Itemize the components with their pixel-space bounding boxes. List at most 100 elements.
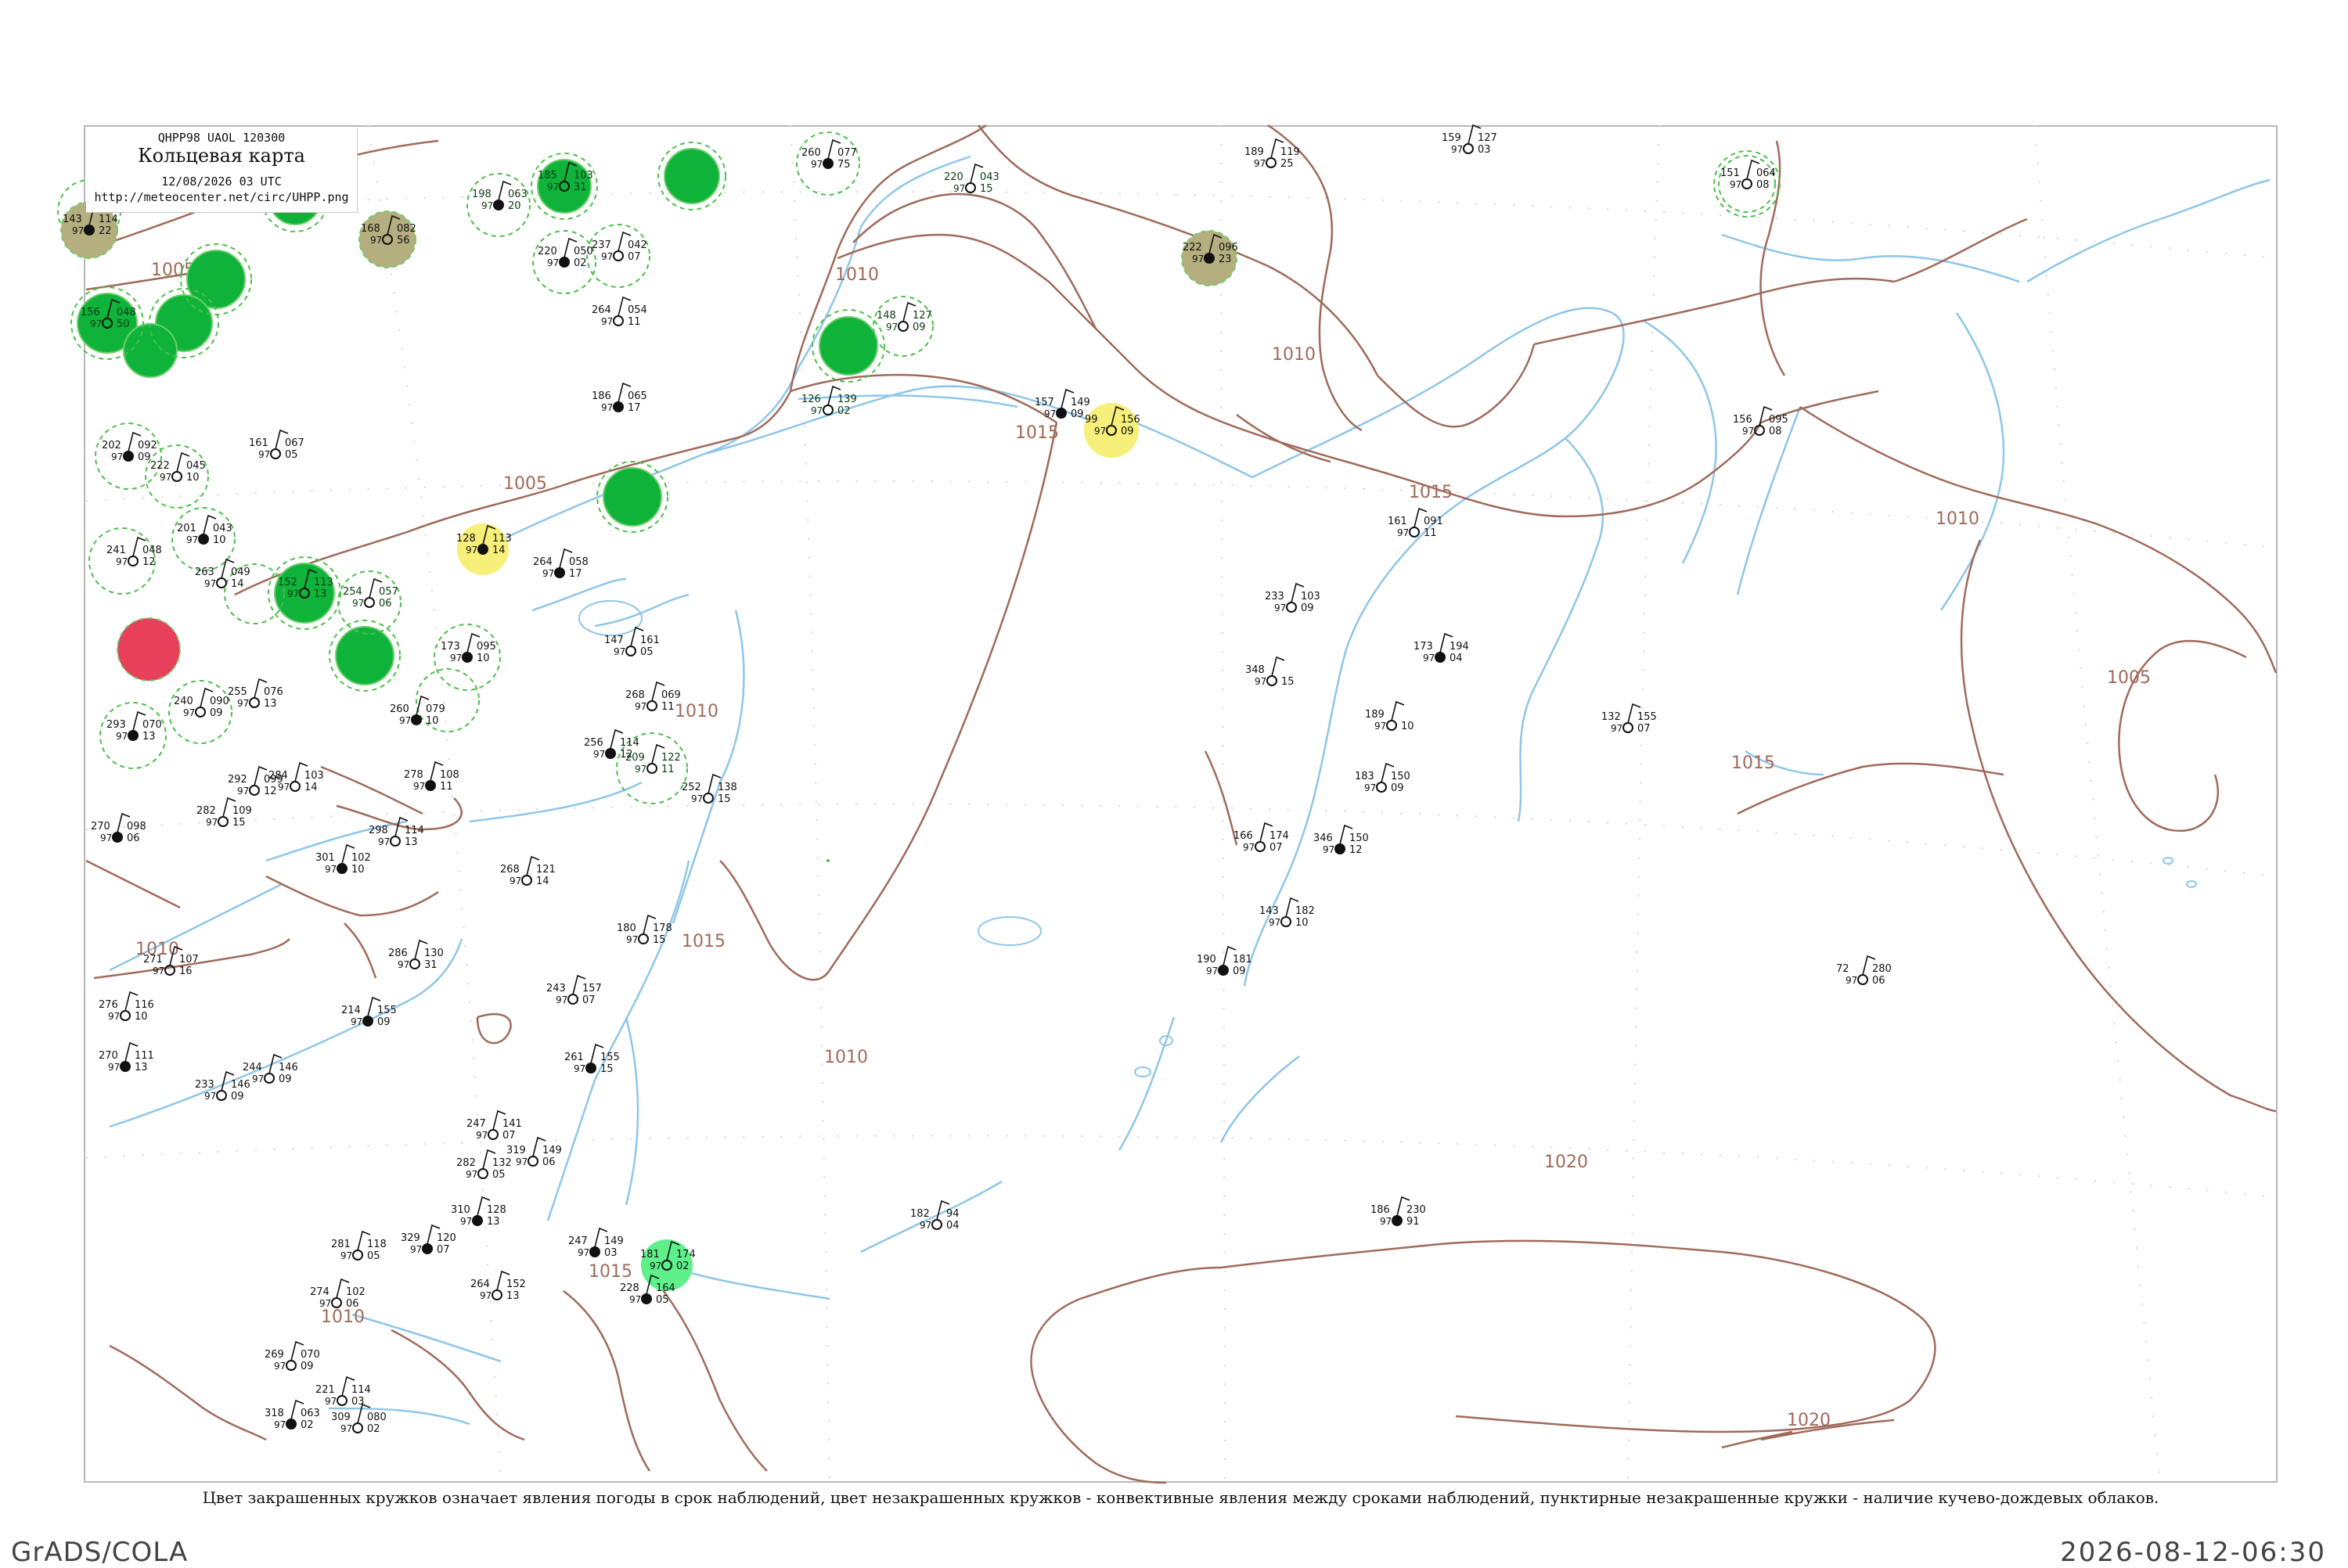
visibility-value: 97 bbox=[614, 646, 625, 657]
temperature-value: 220 bbox=[538, 246, 557, 257]
tendency-value: 11 bbox=[661, 764, 675, 775]
temperature-value: 180 bbox=[617, 922, 636, 934]
tendency-value: 06 bbox=[127, 833, 140, 844]
tendency-value: 17 bbox=[569, 568, 582, 580]
station-model: 255 076 97 13 bbox=[228, 678, 283, 710]
tendency-value: 06 bbox=[1872, 975, 1885, 987]
temperature-value: 286 bbox=[388, 948, 408, 959]
cloud-cover-symbol bbox=[477, 544, 488, 555]
visibility-value: 97 bbox=[252, 1074, 264, 1084]
tendency-value: 05 bbox=[285, 449, 298, 461]
tendency-value: 10 bbox=[135, 1011, 148, 1023]
cloud-cover-symbol bbox=[409, 958, 420, 969]
pressure-value: 127 bbox=[1478, 132, 1497, 144]
pressure-value: 157 bbox=[582, 983, 602, 994]
cloud-cover-symbol bbox=[270, 448, 281, 459]
station-model: 293 070 97 13 bbox=[106, 710, 162, 743]
cloud-cover-symbol bbox=[198, 534, 209, 545]
tendency-value: 56 bbox=[397, 235, 410, 246]
tendency-value: 09 bbox=[138, 451, 151, 463]
station-model: 166 174 97 07 bbox=[1233, 822, 1289, 854]
cloud-cover-symbol bbox=[286, 1419, 297, 1430]
bulletin-code: QHPP98 UAOL 120300 bbox=[157, 131, 286, 145]
visibility-value: 97 bbox=[204, 1091, 216, 1102]
thunder-ring bbox=[117, 617, 181, 682]
tendency-value: 11 bbox=[440, 781, 453, 793]
rivers bbox=[109, 155, 2271, 1426]
pressure-value: 076 bbox=[264, 686, 283, 698]
visibility-value: 97 bbox=[1397, 527, 1409, 538]
cloud-cover-symbol bbox=[1386, 720, 1397, 731]
pressure-value: 150 bbox=[1349, 833, 1369, 844]
pressure-value: 178 bbox=[653, 922, 672, 934]
tendency-value: 09 bbox=[301, 1361, 314, 1372]
pressure-value: 045 bbox=[186, 460, 206, 472]
visibility-value: 97 bbox=[1192, 254, 1204, 264]
temperature-value: 190 bbox=[1197, 954, 1216, 966]
temperature-value: 186 bbox=[1370, 1204, 1390, 1216]
temperature-value: 99 bbox=[1085, 414, 1098, 426]
visibility-value: 97 bbox=[626, 934, 638, 945]
temperature-value: 292 bbox=[228, 774, 247, 786]
isobar-label: 1015 bbox=[1409, 483, 1453, 502]
cloud-cover-symbol bbox=[1741, 178, 1752, 189]
tendency-value: 15 bbox=[718, 793, 731, 805]
visibility-value: 97 bbox=[160, 472, 171, 483]
pressure-value: 119 bbox=[1280, 146, 1300, 158]
tendency-value: 09 bbox=[377, 1016, 391, 1028]
tendency-value: 07 bbox=[582, 994, 596, 1006]
cloud-cover-symbol bbox=[1266, 675, 1277, 686]
temperature-value: 298 bbox=[369, 825, 388, 836]
station-model: 173 095 97 10 bbox=[441, 632, 496, 664]
visibility-value: 97 bbox=[1742, 426, 1754, 437]
visibility-value: 97 bbox=[274, 1419, 286, 1430]
cloud-cover-symbol bbox=[411, 714, 422, 725]
isobar-label: 1010 bbox=[835, 265, 879, 285]
visibility-value: 97 bbox=[556, 994, 567, 1005]
temperature-value: 222 bbox=[150, 460, 170, 472]
map-url[interactable]: http://meteocenter.net/circ/UHPP.png bbox=[86, 190, 357, 204]
station-model: 264 058 97 17 bbox=[533, 548, 589, 580]
temperature-value: 301 bbox=[315, 852, 335, 864]
visibility-value: 97 bbox=[920, 1220, 931, 1231]
visibility-value: 97 bbox=[319, 1298, 331, 1309]
tendency-value: 02 bbox=[676, 1261, 690, 1272]
tendency-value: 09 bbox=[1301, 602, 1314, 614]
cloud-cover-symbol bbox=[390, 836, 401, 847]
temperature-value: 156 bbox=[81, 307, 100, 318]
visibility-value: 97 bbox=[1380, 1216, 1392, 1227]
tendency-value: 13 bbox=[487, 1216, 500, 1228]
visibility-value: 97 bbox=[183, 707, 195, 718]
pressure-value: 080 bbox=[367, 1412, 387, 1423]
cloud-cover-symbol bbox=[646, 763, 657, 774]
map-title: Кольцевая карта bbox=[138, 145, 305, 167]
station-model: 260 077 97 75 bbox=[801, 138, 857, 171]
pressure-value: 102 bbox=[346, 1286, 366, 1298]
visibility-value: 97 bbox=[466, 1169, 477, 1180]
station-model: 34897 15 bbox=[1245, 656, 1295, 688]
visibility-value: 97 bbox=[450, 653, 462, 664]
visibility-value: 97 bbox=[325, 1396, 337, 1407]
temperature-value: 132 bbox=[1601, 711, 1621, 723]
visibility-value: 97 bbox=[352, 598, 364, 609]
visibility-value: 97 bbox=[108, 1011, 120, 1022]
station-model: 268 069 97 11 bbox=[625, 681, 681, 713]
tendency-value: 03 bbox=[351, 1396, 365, 1408]
tendency-value: 10 bbox=[1401, 721, 1414, 732]
cloud-cover-symbol bbox=[1622, 722, 1633, 733]
cloud-cover-symbol bbox=[195, 707, 206, 717]
visibility-value: 97 bbox=[1243, 842, 1255, 853]
pressure-value: 054 bbox=[628, 304, 647, 316]
cloud-cover-symbol bbox=[422, 1243, 433, 1254]
cloud-cover-symbol bbox=[1463, 143, 1474, 154]
visibility-value: 97 bbox=[287, 588, 299, 599]
temperature-value: 268 bbox=[500, 864, 520, 876]
cloud-cover-symbol bbox=[605, 748, 616, 759]
cloud-cover-symbol bbox=[472, 1215, 483, 1226]
pressure-value: 103 bbox=[574, 170, 593, 182]
station-model: 148 127 97 09 bbox=[877, 301, 932, 333]
visibility-value: 97 bbox=[278, 782, 290, 793]
station-model: 159 127 97 03 bbox=[1442, 124, 1497, 156]
temperature-value: 181 bbox=[640, 1249, 660, 1261]
cloud-cover-symbol bbox=[585, 1063, 596, 1074]
